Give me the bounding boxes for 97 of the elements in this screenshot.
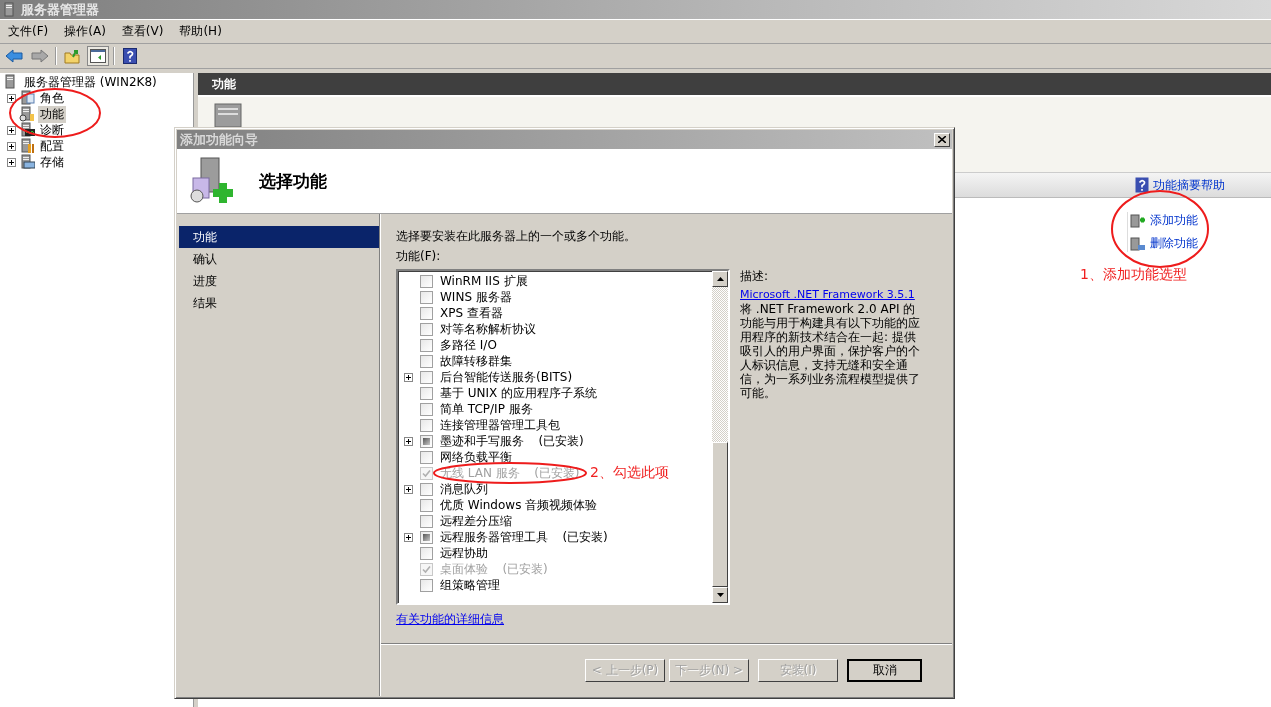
server-icon (19, 138, 35, 154)
feature-name: 多路径 I/O (440, 336, 497, 354)
expand-icon[interactable] (7, 125, 16, 135)
wizard-button[interactable]: 取消 (847, 658, 922, 682)
scrollbar[interactable] (712, 271, 728, 603)
menu-item[interactable]: 查看(V) (115, 21, 170, 42)
menu-item[interactable]: 文件(F) (2, 21, 55, 42)
feature-name: 连接管理器管理工具包 (440, 416, 560, 434)
dialog-title: 添加功能向导 (180, 130, 258, 149)
expand-icon[interactable] (404, 436, 413, 446)
server-icon (19, 106, 35, 122)
feature-name: 后台智能传送服务(BITS) (440, 368, 573, 386)
expand-icon[interactable] (7, 93, 16, 103)
close-button[interactable] (934, 132, 950, 147)
feature-name: 消息队列 (440, 480, 488, 498)
feature-name: 远程服务器管理工具 (440, 528, 548, 546)
checkbox[interactable] (420, 546, 433, 560)
feature-name: 墨迹和手写服务 (440, 432, 524, 450)
close-icon (938, 136, 946, 143)
checkbox[interactable] (420, 306, 433, 320)
list-label: 功能(F): (396, 248, 442, 265)
wizard-step[interactable]: 确认 (179, 248, 379, 270)
help-icon (1135, 177, 1149, 193)
checkbox[interactable] (420, 354, 433, 368)
page-heading: 选择功能 (259, 169, 327, 193)
feature-name: 对等名称解析协议 (440, 320, 536, 338)
feature-name: 优质 Windows 音频视频体验 (440, 496, 598, 514)
checkbox[interactable] (420, 290, 433, 304)
feature-name: XPS 查看器 (440, 304, 503, 322)
remove-feature-icon (1130, 235, 1146, 252)
install-status: (已安装) (502, 560, 548, 578)
checkbox[interactable] (420, 578, 433, 592)
tree-item[interactable]: 配置 (38, 137, 66, 155)
feature-name: 简单 TCP/IP 服务 (440, 400, 533, 418)
feature-name: 远程差分压缩 (440, 512, 512, 530)
description-text: 将 .NET Framework 2.0 API 的功能与用于构建具有以下功能的应用程序的新技术结合在一起: 提供吸引人的用户界面，保护客户的个人标识信息，支持无缝和安全通信，为一系列业务流程模型提供了可能。 (740, 302, 921, 400)
down-arrow-icon (716, 593, 724, 597)
menu-item[interactable]: 操作(A) (58, 21, 112, 42)
pane-toggle-button[interactable] (87, 46, 109, 66)
details-link[interactable]: 有关功能的详细信息 (396, 611, 504, 628)
section-header: 功能 (198, 73, 1271, 97)
checkbox[interactable] (420, 370, 433, 384)
checkbox[interactable] (420, 482, 433, 496)
checkbox[interactable] (420, 338, 433, 352)
action-link[interactable]: 删除功能 (1150, 235, 1198, 252)
instruction-text: 选择要安装在此服务器上的一个或多个功能。 (396, 228, 637, 245)
install-status: (已安装) (562, 528, 608, 546)
tree-item[interactable]: 存储 (38, 153, 66, 171)
feature-name: 远程协助 (440, 544, 488, 562)
wizard-step[interactable]: 进度 (179, 270, 379, 292)
server-icon (19, 154, 35, 170)
feature-link[interactable]: Microsoft .NET Framework 3.5.1 (740, 288, 915, 301)
feature-name: 桌面体验 (440, 560, 488, 578)
annotation-text: 1、添加功能选型 (1080, 266, 1187, 284)
folder-up-icon[interactable] (64, 48, 80, 64)
tree-item[interactable]: 诊断 (38, 121, 66, 139)
expand-icon[interactable] (404, 532, 413, 542)
expand-icon[interactable] (404, 372, 413, 382)
checkbox[interactable] (420, 322, 433, 336)
check-icon (422, 468, 431, 478)
check-icon (422, 564, 431, 574)
description-label: 描述: (740, 269, 770, 283)
checkbox[interactable] (420, 498, 433, 512)
install-status: (已安装) (538, 432, 584, 450)
expand-icon[interactable] (404, 484, 413, 494)
up-arrow-icon (716, 277, 724, 281)
window-title: 服务器管理器 (21, 0, 99, 19)
checkbox[interactable] (420, 386, 433, 400)
tree-item[interactable]: 角色 (38, 89, 66, 107)
checkbox[interactable] (420, 274, 433, 288)
monitor-icon (19, 122, 35, 138)
checkbox[interactable] (420, 418, 433, 432)
add-feature-icon (1130, 212, 1146, 229)
feature-name: WINS 服务器 (440, 288, 512, 306)
expand-icon[interactable] (7, 141, 16, 151)
wizard-step[interactable]: 结果 (179, 292, 379, 314)
annotation-text: 2、勾选此项 (590, 464, 669, 482)
tree-item[interactable]: 功能 (38, 105, 66, 123)
feature-name: 故障转移群集 (440, 352, 512, 370)
expand-icon[interactable] (7, 157, 16, 167)
server-icon (214, 103, 242, 127)
feature-name: 网络负载平衡 (440, 448, 512, 466)
help-icon[interactable] (123, 48, 137, 64)
checkbox[interactable] (420, 450, 433, 464)
server-icon (19, 90, 35, 106)
tree-item[interactable]: 服务器管理器 (WIN2K8) (22, 73, 159, 91)
checkbox[interactable] (420, 402, 433, 416)
checkbox[interactable] (420, 514, 433, 528)
feature-name: WinRM IIS 扩展 (440, 272, 528, 290)
menu-item[interactable]: 帮助(H) (173, 21, 228, 42)
wizard-step[interactable]: 功能 (179, 226, 379, 248)
help-link[interactable]: 功能摘要帮助 (1153, 176, 1225, 194)
feature-name: 基于 UNIX 的应用程序子系统 (440, 384, 598, 402)
back-arrow-icon[interactable] (5, 49, 23, 63)
pane-icon (90, 49, 106, 63)
feature-name: 组策略管理 (440, 576, 500, 594)
action-link[interactable]: 添加功能 (1150, 212, 1198, 229)
